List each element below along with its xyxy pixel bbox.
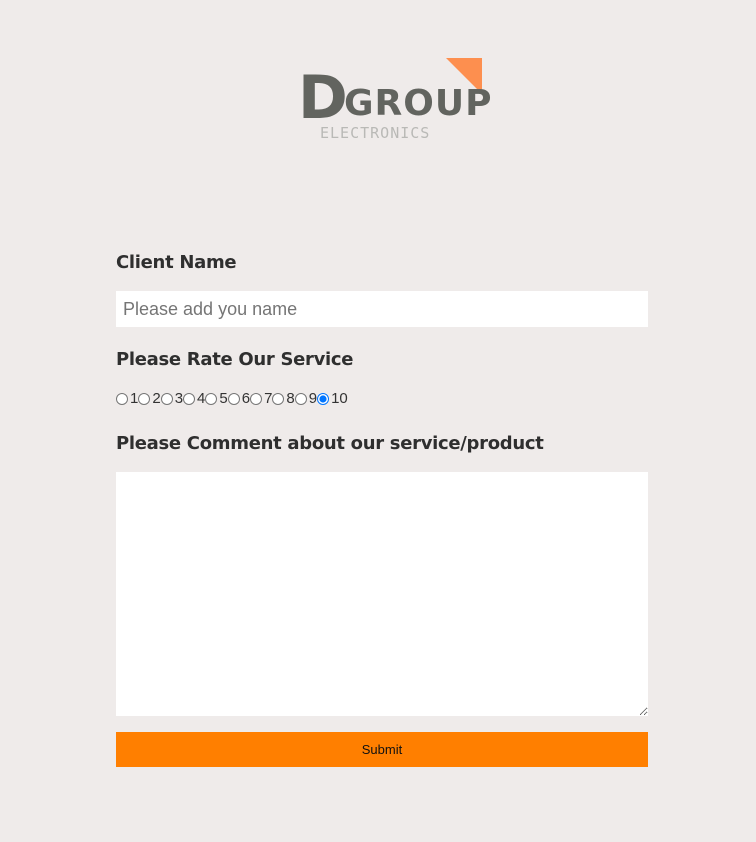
company-logo: D GROUP ELECTRONICS	[298, 58, 492, 144]
rating-radio-3[interactable]	[160, 392, 173, 405]
rating-option-label: 4	[197, 390, 206, 407]
logo-word: GROUP	[344, 83, 493, 124]
rating-option-5[interactable]: 5	[205, 390, 228, 407]
rating-option-8[interactable]: 8	[272, 390, 295, 407]
submit-button[interactable]: Submit	[116, 732, 648, 767]
rating-option-3[interactable]: 3	[160, 390, 184, 407]
logo-letter: D	[298, 63, 348, 133]
rating-option-7[interactable]: 7	[250, 390, 272, 407]
client-name-label: Client Name	[116, 252, 237, 273]
rating-radio-7[interactable]	[250, 392, 263, 405]
rating-option-10[interactable]: 10	[317, 390, 348, 407]
comment-textarea[interactable]	[116, 472, 648, 716]
rating-option-label: 6	[241, 390, 251, 407]
comment-label: Please Comment about our service/product	[116, 433, 544, 454]
rating-option-label: 9	[308, 390, 318, 407]
rating-option-2[interactable]: 2	[138, 390, 161, 407]
rating-option-label: 8	[286, 390, 295, 407]
rating-radio-8[interactable]	[272, 392, 285, 405]
rating-option-1[interactable]: 1	[116, 390, 138, 407]
rating-option-label: 3	[174, 390, 184, 407]
rating-option-label: 5	[219, 390, 228, 407]
rating-radio-9[interactable]	[294, 392, 307, 405]
rating-option-label: 10	[331, 390, 348, 407]
client-name-input[interactable]	[116, 291, 648, 327]
rating-radio-10[interactable]	[317, 392, 330, 405]
rating-option-label: 7	[264, 390, 273, 407]
logo-subtitle: ELECTRONICS	[320, 124, 431, 142]
rating-radio-group: 1 2 3 4 5 6 7 8 9 10	[116, 390, 648, 407]
rating-radio-1[interactable]	[116, 392, 128, 405]
rating-label: Please Rate Our Service	[116, 349, 354, 370]
rating-option-6[interactable]: 6	[227, 390, 251, 407]
rating-radio-4[interactable]	[183, 392, 196, 405]
rating-option-label: 2	[152, 390, 161, 407]
feedback-form: Client Name Please Rate Our Service 1234…	[116, 252, 648, 767]
rating-option-9[interactable]: 9	[294, 390, 318, 407]
rating-radio-5[interactable]	[205, 392, 218, 405]
rating-radio-2[interactable]	[138, 392, 151, 405]
rating-radio-6[interactable]	[227, 392, 240, 405]
rating-option-4[interactable]: 4	[183, 390, 205, 407]
rating-option-label: 1	[130, 390, 139, 407]
